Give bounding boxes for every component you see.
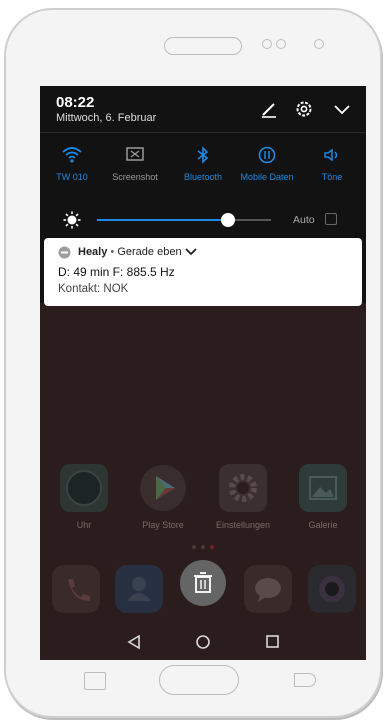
- screen: Uhr Play Store Einstellungen Galerie 08:…: [40, 86, 366, 660]
- notification-line-1: D: 49 min F: 885.5 Hz: [58, 265, 175, 279]
- home-app-label: Galerie: [308, 520, 338, 530]
- hardware-back-button[interactable]: [294, 673, 316, 687]
- camera-icon[interactable]: [308, 565, 356, 613]
- brightness-slider[interactable]: [97, 213, 271, 227]
- home-icon[interactable]: [196, 635, 210, 649]
- toggle-label: TW 010: [56, 172, 88, 182]
- status-date: Mittwoch, 6. Februar: [56, 112, 157, 124]
- clock-icon[interactable]: [60, 464, 108, 512]
- auto-brightness-checkbox[interactable]: [325, 213, 337, 225]
- expand-chevron-icon[interactable]: [184, 248, 197, 256]
- speaker-grill: [164, 37, 242, 55]
- toggle-label: Mobile Daten: [240, 172, 294, 182]
- notification-app-name: Healy: [78, 246, 108, 258]
- proximity-sensor: [276, 39, 286, 49]
- toggle-mobile-data[interactable]: Mobile Daten: [237, 146, 297, 182]
- back-icon[interactable]: [127, 635, 141, 649]
- hardware-menu-button[interactable]: [84, 672, 106, 690]
- home-app-label: Einstellungen: [215, 520, 271, 530]
- navigation-bar: [40, 623, 366, 660]
- home-app-label: Play Store: [142, 520, 184, 530]
- gallery-icon[interactable]: [299, 464, 347, 512]
- app-icon: [58, 246, 71, 259]
- collapse-chevron-icon[interactable]: [331, 98, 353, 120]
- settings-icon[interactable]: [219, 464, 267, 512]
- brightness-row: Auto: [40, 208, 366, 232]
- toggle-label: Töne: [321, 172, 343, 182]
- wifi-icon: [62, 147, 82, 163]
- toggle-screenshot[interactable]: Screenshot: [105, 146, 165, 182]
- toggle-bluetooth[interactable]: Bluetooth: [173, 146, 233, 182]
- toggle-label: Screenshot: [112, 172, 158, 182]
- settings-gear-icon[interactable]: [293, 98, 315, 120]
- screenshot-icon: [126, 147, 144, 161]
- notification-line-2: Kontakt: NOK: [58, 283, 129, 295]
- notification-shade: 08:22 Mittwoch, 6. Februar TW 010 Screen…: [40, 86, 366, 306]
- light-sensor: [314, 39, 324, 49]
- hardware-home-button[interactable]: [159, 665, 239, 695]
- recents-icon[interactable]: [266, 635, 279, 648]
- play-store-icon[interactable]: [139, 464, 187, 512]
- toggle-label: Bluetooth: [183, 172, 223, 182]
- front-camera: [262, 39, 272, 49]
- shade-divider: [40, 132, 366, 133]
- toggle-sound[interactable]: Töne: [302, 146, 362, 182]
- phone-frame: Uhr Play Store Einstellungen Galerie 08:…: [4, 8, 382, 718]
- brightness-fill: [97, 219, 228, 221]
- trash-icon[interactable]: [180, 560, 226, 606]
- toggle-wifi[interactable]: TW 010: [42, 146, 102, 182]
- auto-brightness-label: Auto: [293, 214, 315, 226]
- bluetooth-icon: [197, 146, 209, 164]
- brightness-sun-icon: [63, 211, 81, 229]
- sound-icon: [324, 148, 338, 162]
- phone-icon[interactable]: [52, 565, 100, 613]
- notification-time: Gerade eben: [117, 246, 182, 258]
- home-app-label: Uhr: [76, 520, 92, 530]
- status-time: 08:22: [56, 94, 95, 111]
- notification-header: Healy • Gerade eben: [78, 246, 197, 258]
- notification-card[interactable]: Healy • Gerade eben D: 49 min F: 885.5 H…: [44, 238, 362, 306]
- mobile-data-icon: [258, 146, 276, 164]
- brightness-thumb[interactable]: [220, 213, 235, 227]
- messages-icon[interactable]: [244, 565, 292, 613]
- edit-icon[interactable]: [258, 98, 280, 120]
- contacts-icon[interactable]: [115, 565, 163, 613]
